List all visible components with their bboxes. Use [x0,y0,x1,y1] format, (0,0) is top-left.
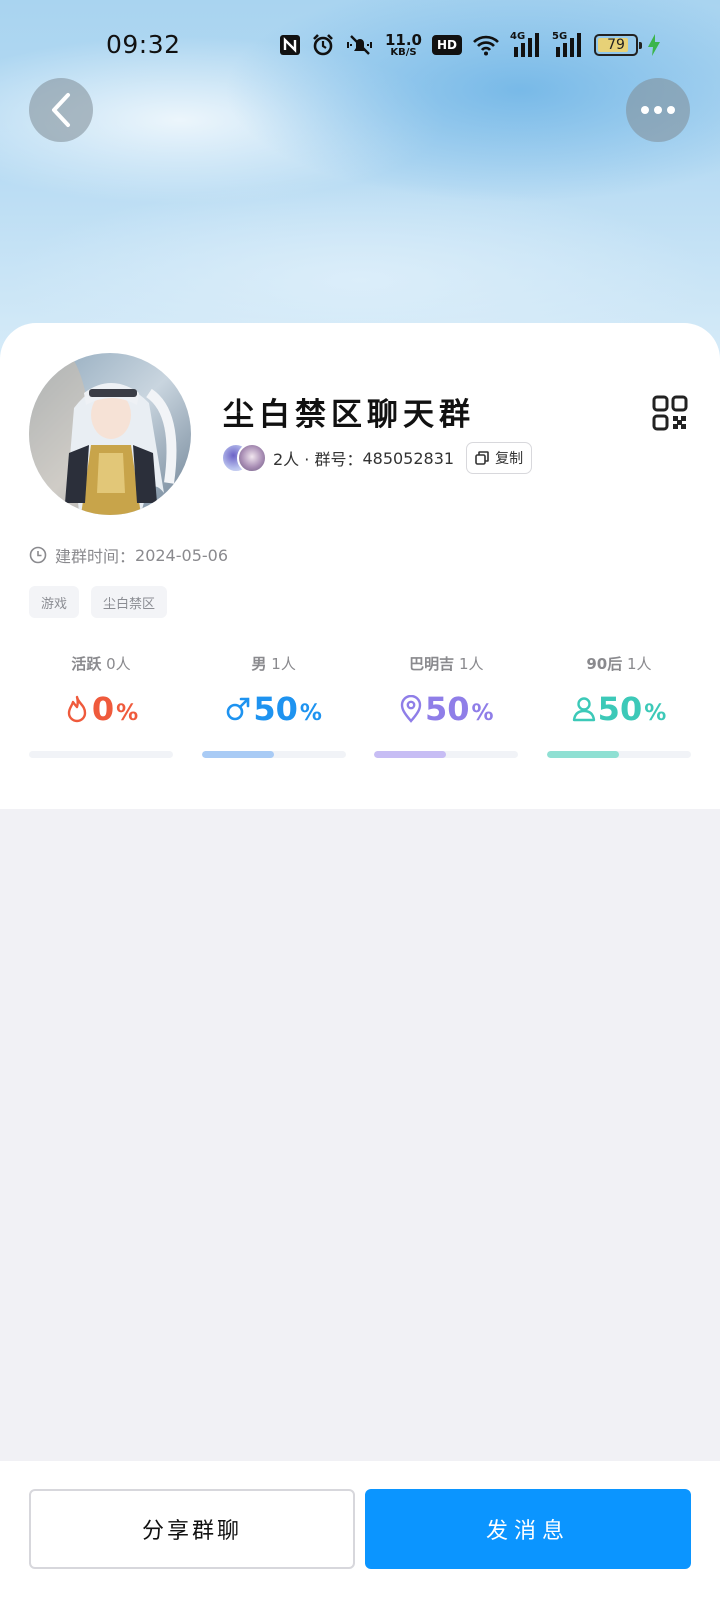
status-time: 09:32 [106,30,181,59]
send-message-button[interactable]: 发消息 [365,1489,691,1569]
group-tags: 游戏 尘白禁区 [29,586,168,618]
member-avatar [237,443,267,473]
stat-label: 90后 1人 [586,653,651,675]
qr-code-icon [652,395,688,431]
person-icon [572,697,595,722]
stat-count: 0人 [106,655,131,673]
group-id: 485052831 [362,448,455,468]
stat-number: 0 [91,690,115,728]
wifi-icon [473,35,499,56]
chevron-left-icon [52,93,70,127]
hd-badge: HD [431,35,462,55]
charging-icon [648,34,660,56]
created-date: 2024-05-06 [135,545,228,565]
stat-progress-bar [374,751,519,758]
stat-active[interactable]: 活跃 0人 0 % [29,653,173,758]
stat-label-text: 巴明吉 [409,655,455,673]
stat-unit: % [471,700,494,726]
stat-progress-bar [201,751,346,758]
location-pin-icon [400,695,422,723]
copy-button[interactable]: 复制 [466,442,533,474]
stat-label: 巴明吉 1人 [409,653,483,675]
stat-progress-bar [546,751,691,758]
stat-unit: % [116,700,139,726]
stat-value: 50 % [572,689,667,729]
stat-count: 1人 [271,655,296,673]
status-bar: 09:32 11.0 KB/S HD 4G 5G 79 [0,0,720,90]
stat-label-text: 男 [251,655,267,673]
tag-game[interactable]: 游戏 [29,586,80,618]
copy-label: 复制 [495,451,524,467]
group-profile-page: 09:32 11.0 KB/S HD 4G 5G 79 尘白禁区聊天群 2人 ·… [0,0,720,1600]
stat-unit: % [299,700,322,726]
stat-location[interactable]: 巴明吉 1人 50 % [374,653,519,758]
stat-age-group[interactable]: 90后 1人 50 % [546,653,691,758]
signal-bars-icon [514,33,539,57]
stat-progress-fill [546,751,619,758]
stat-label: 活跃 0人 [71,653,130,675]
stat-male[interactable]: 男 1人 50 % [201,653,346,758]
male-icon [227,697,250,721]
clock-icon [29,546,47,564]
stat-progress-bar [29,751,173,758]
stat-progress-fill [201,751,274,758]
mute-icon [346,35,372,55]
signal-bars-icon [556,33,581,57]
stat-count: 1人 [458,655,484,673]
stat-unit: % [644,700,667,726]
stat-label: 男 1人 [251,653,295,675]
net-speed-unit: KB/S [390,46,417,58]
share-group-button[interactable]: 分享群聊 [29,1489,355,1569]
stat-progress-fill [374,751,447,758]
alarm-icon [313,34,333,56]
group-avatar[interactable] [29,353,191,515]
back-button[interactable] [29,78,93,142]
qr-code-button[interactable] [652,395,688,431]
group-meta-row: 2人 · 群号： 485052831 复制 [221,441,533,475]
nfc-icon [279,35,300,55]
status-icons: 11.0 KB/S HD 4G 5G 79 [279,30,660,60]
group-avatar-image [29,353,191,515]
signal-5g: 5G [552,31,584,57]
member-stats: 活跃 0人 0 % 男 1人 50 % 巴明吉 1人 50 % 90后 1人 5… [29,653,691,758]
hd-label: HD [436,38,457,52]
group-name: 尘白禁区聊天群 [223,397,475,433]
stat-number: 50 [253,690,298,728]
created-label: 建群时间： [55,547,136,566]
net-speed-value: 11.0 [384,30,422,49]
stat-number: 50 [425,690,470,728]
copy-icon [475,451,489,465]
bottom-action-bar: 分享群聊 发消息 [0,1461,720,1600]
stat-label-text: 活跃 [71,655,102,673]
more-button[interactable] [626,78,690,142]
stat-value: 50 % [399,689,494,729]
signal-4g: 4G [510,31,542,57]
stat-value: 50 % [225,689,322,729]
more-dots-icon [641,106,675,114]
flame-icon [67,695,87,723]
tag-game-title[interactable]: 尘白禁区 [91,586,168,618]
stat-value: 0 % [64,689,138,729]
stat-number: 50 [597,690,643,728]
net-speed: 11.0 KB/S [384,30,422,58]
member-avatars[interactable] [221,443,271,473]
member-count: 2人 · 群号： [273,450,363,469]
created-date-row: 建群时间： 2024-05-06 [29,543,228,567]
share-group-label: 分享群聊 [141,1519,242,1544]
stat-count: 1人 [627,655,652,673]
battery-level: 79 [607,37,625,53]
send-message-label: 发消息 [485,1519,570,1544]
battery-indicator: 79 [594,34,642,56]
stat-label-text: 90后 [586,655,623,673]
group-info-card: 尘白禁区聊天群 2人 · 群号： 485052831 复制 建群时间： 2024… [0,323,720,809]
